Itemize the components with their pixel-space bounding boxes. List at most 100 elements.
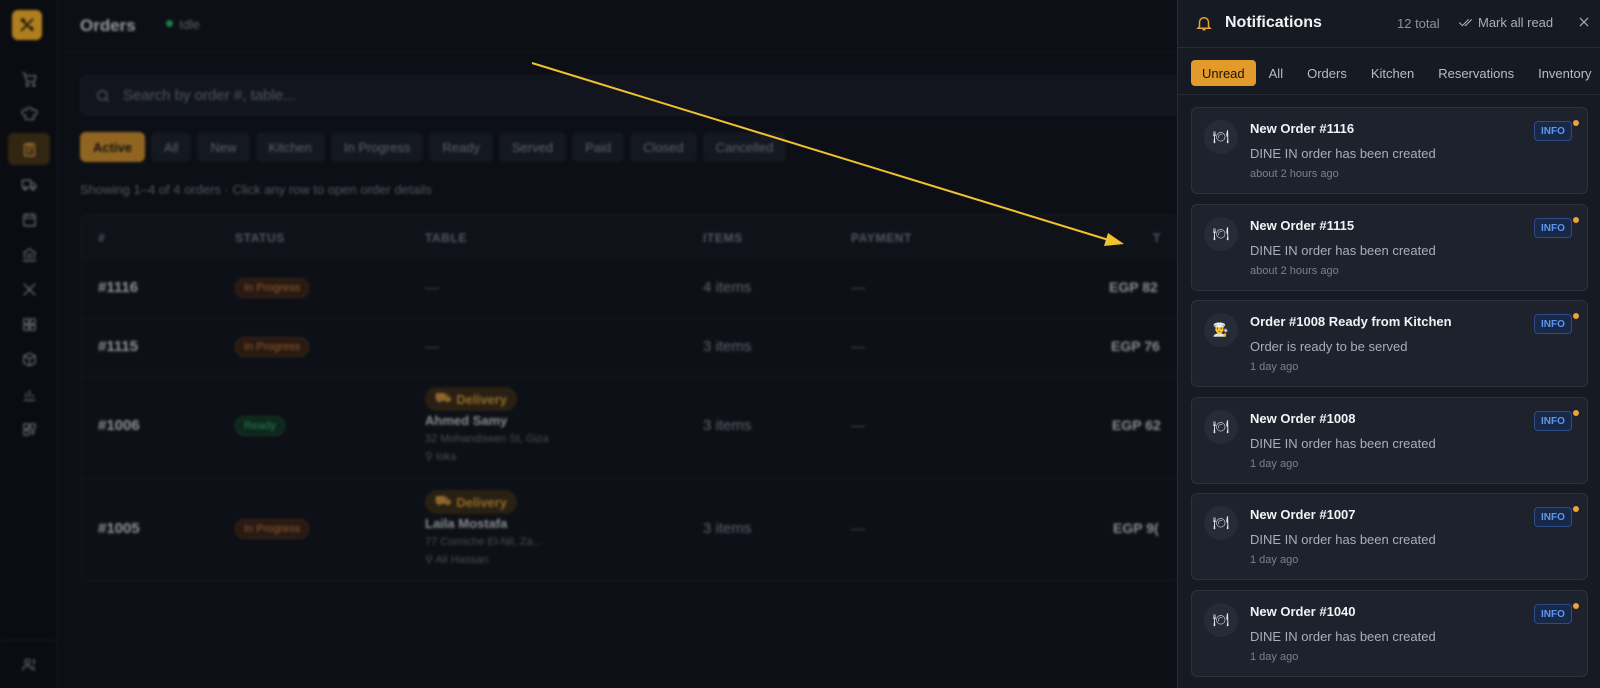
notifications-title: Notifications	[1225, 14, 1322, 31]
filter-in-progress[interactable]: In Progress	[330, 132, 424, 162]
unread-dot	[1573, 217, 1579, 223]
sidebar-item-cart[interactable]	[0, 62, 58, 96]
page-title: Orders	[80, 16, 136, 35]
notification-item[interactable]: 🍽 New Order #1008 DINE IN order has been…	[1191, 397, 1588, 484]
order-number: #1116	[98, 279, 139, 296]
sidebar-item-menu[interactable]	[0, 272, 58, 306]
tab-inventory[interactable]: Inventory	[1527, 60, 1600, 86]
notification-item[interactable]: 🍽 New Order #1116 DINE IN order has been…	[1191, 107, 1588, 194]
items-count: 3 items	[703, 417, 752, 434]
status-dot	[166, 20, 173, 27]
sidebar-item-layout[interactable]	[0, 412, 58, 446]
table-row[interactable]: #1005 In Progress ⛟ Delivery Laila Mosta…	[81, 478, 1179, 581]
order-total: EGP 76	[1111, 338, 1160, 354]
notification-time: 1 day ago	[1250, 651, 1299, 663]
filter-all[interactable]: All	[151, 132, 192, 162]
items-count: 3 items	[703, 338, 752, 355]
tabs-divider	[1178, 94, 1600, 95]
notifications-total: 12 total	[1397, 16, 1440, 31]
sidebar-item-inventory[interactable]	[0, 342, 58, 376]
search-input[interactable]	[123, 76, 1123, 115]
customer-address: 32 Mohandiseen St, Giza	[425, 433, 549, 445]
column-header-number[interactable]: #	[98, 231, 105, 245]
filter-kitchen[interactable]: Kitchen	[255, 132, 325, 162]
table-row[interactable]: #1116 In Progress — 4 items — EGP 82	[81, 259, 1179, 318]
mark-all-read-button[interactable]: Mark all read	[1458, 15, 1553, 30]
plate-icon: 🍽	[1204, 410, 1238, 444]
table-row[interactable]: #1115 In Progress — 3 items — EGP 76	[81, 318, 1179, 377]
status-badge: In Progress	[235, 337, 310, 357]
notification-title: New Order #1115	[1250, 218, 1355, 233]
utensils-icon	[22, 282, 36, 296]
plate-icon: 🍽	[1204, 506, 1238, 540]
filter-paid[interactable]: Paid	[572, 132, 625, 162]
double-check-icon	[1458, 18, 1473, 27]
user-icon: ⚲	[425, 554, 436, 566]
tab-kitchen[interactable]: Kitchen	[1360, 60, 1425, 86]
bank-icon	[22, 247, 36, 261]
notification-body: DINE IN order has been created	[1250, 436, 1436, 451]
truck-icon	[21, 179, 36, 191]
column-header-status[interactable]: STATUS	[235, 231, 285, 245]
delivery-badge: ⛟ Delivery	[425, 490, 517, 514]
notification-title: New Order #1008	[1250, 411, 1356, 426]
payment-value: —	[851, 279, 865, 295]
payment-value: —	[851, 338, 865, 354]
filter-ready[interactable]: Ready	[429, 132, 493, 162]
status-badge: In Progress	[235, 278, 310, 298]
sidebar-item-orders[interactable]	[0, 132, 58, 166]
users-icon	[21, 658, 35, 671]
search-icon	[97, 90, 109, 102]
search-bar	[80, 75, 1180, 116]
info-badge: INFO	[1534, 604, 1572, 624]
sidebar-item-reservations[interactable]	[0, 202, 58, 236]
tab-orders[interactable]: Orders	[1296, 60, 1358, 86]
notification-body: DINE IN order has been created	[1250, 146, 1436, 161]
bar-chart-icon	[23, 389, 35, 401]
box-icon	[22, 351, 36, 367]
customer-address: 77 Corniche El-Nil, Za...	[425, 536, 542, 548]
table-row[interactable]: #1006 Ready ⛟ Delivery Ahmed Samy 32 Moh…	[81, 377, 1179, 478]
notifications-header: Notifications 12 total Mark all read	[1178, 0, 1600, 48]
truck-icon: ⛟	[435, 493, 452, 508]
notification-item[interactable]: 👨‍🍳 Order #1008 Ready from Kitchen Order…	[1191, 300, 1588, 387]
filter-closed[interactable]: Closed	[630, 132, 697, 162]
grid-icon	[22, 317, 36, 331]
filter-cancelled[interactable]: Cancelled	[702, 132, 787, 162]
sidebar-item-delivery[interactable]	[0, 167, 58, 201]
delivery-label: Delivery	[456, 494, 507, 510]
sidebar-item-reports[interactable]	[0, 377, 58, 411]
sidebar-item-staff[interactable]	[0, 640, 58, 688]
agent-name: loka	[436, 451, 457, 463]
unread-dot	[1573, 603, 1579, 609]
results-summary: Showing 1–4 of 4 orders · Click any row …	[80, 182, 432, 197]
filter-new[interactable]: New	[197, 132, 250, 162]
notification-item[interactable]: 🍽 New Order #1115 DINE IN order has been…	[1191, 204, 1588, 291]
calendar-icon	[22, 212, 36, 226]
column-header-total[interactable]: T	[1153, 231, 1161, 245]
truck-icon: ⛟	[435, 390, 452, 405]
notification-tabs: Unread All Orders Kitchen Reservations I…	[1191, 60, 1600, 86]
tab-unread[interactable]: Unread	[1191, 60, 1256, 86]
notification-title: New Order #1007	[1250, 507, 1356, 522]
column-header-items[interactable]: ITEMS	[703, 231, 743, 245]
sidebar-item-kitchen[interactable]	[0, 97, 58, 131]
status-badge: In Progress	[235, 519, 310, 539]
tab-all[interactable]: All	[1258, 60, 1294, 86]
sidebar-item-finance[interactable]	[0, 237, 58, 271]
user-icon: ⚲	[425, 451, 437, 463]
customer-name: Laila Mostafa	[425, 516, 508, 531]
sidebar-item-tables[interactable]	[0, 307, 58, 341]
delivery-badge: ⛟ Delivery	[425, 387, 517, 411]
app-logo[interactable]	[12, 10, 42, 40]
filter-served[interactable]: Served	[498, 132, 567, 162]
tab-reservations[interactable]: Reservations	[1427, 60, 1525, 86]
payment-value: —	[851, 417, 865, 433]
notifications-panel: Notifications 12 total Mark all read Unr…	[1177, 0, 1600, 688]
close-panel-button[interactable]	[1576, 15, 1592, 31]
notification-item[interactable]: 🍽 New Order #1040 DINE IN order has been…	[1191, 590, 1588, 677]
notification-item[interactable]: 🍽 New Order #1007 DINE IN order has been…	[1191, 493, 1588, 580]
column-header-payment[interactable]: PAYMENT	[851, 231, 912, 245]
column-header-table[interactable]: TABLE	[425, 231, 467, 245]
filter-active[interactable]: Active	[80, 132, 146, 162]
